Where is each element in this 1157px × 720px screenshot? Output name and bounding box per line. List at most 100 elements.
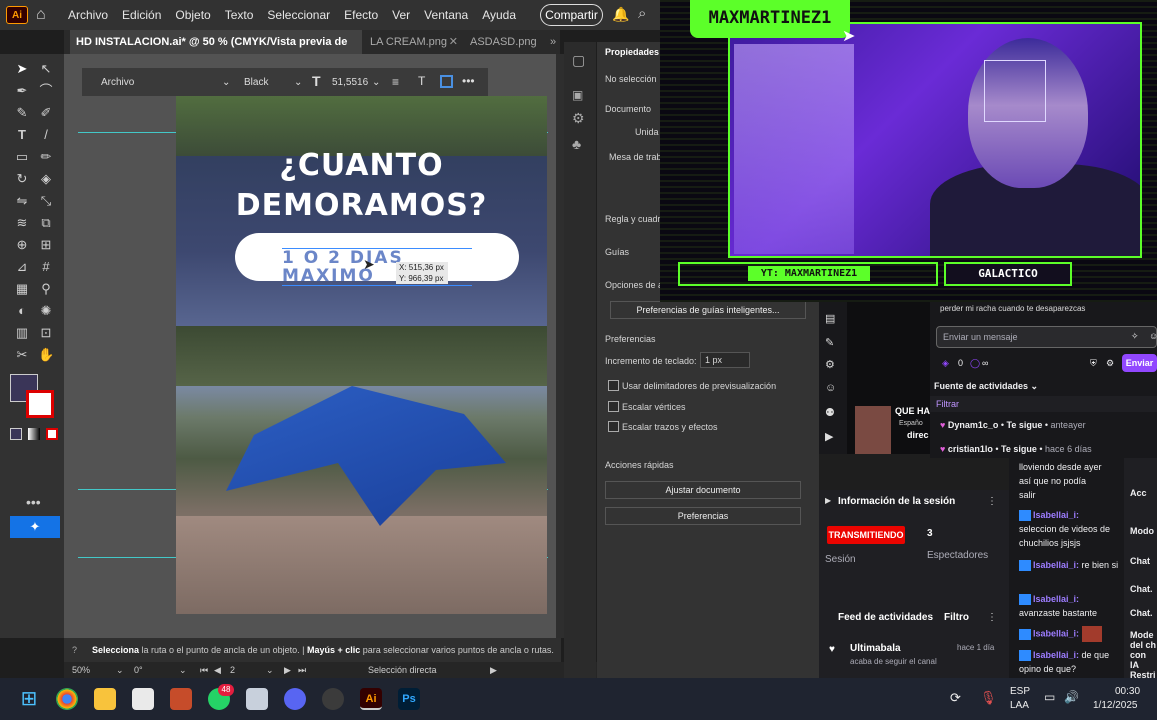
more-tools-icon[interactable]: ••• bbox=[26, 494, 41, 510]
share-button[interactable]: Compartir bbox=[540, 4, 603, 26]
tab-la-cream[interactable]: LA CREAM.png ✕ bbox=[364, 30, 462, 54]
stroke-dropdown[interactable]: Archivo bbox=[101, 77, 134, 88]
chevron-down-icon[interactable]: ⌄ bbox=[294, 77, 302, 88]
play-icon[interactable]: ▶ bbox=[490, 662, 497, 678]
eraser-tool-icon[interactable]: ◈ bbox=[38, 172, 54, 186]
search-icon[interactable]: ⌕ bbox=[638, 5, 646, 22]
volume-icon[interactable]: 🔊 bbox=[1064, 690, 1079, 704]
stream-preview[interactable]: QUE HA Españo direc bbox=[847, 302, 930, 454]
emote-icon[interactable]: ☺ bbox=[1149, 331, 1157, 341]
users-icon[interactable]: ⚉ bbox=[825, 406, 835, 419]
more-options-icon[interactable]: ••• bbox=[462, 74, 475, 88]
fill-dropdown[interactable]: Black bbox=[244, 77, 268, 88]
brush-tool-icon[interactable]: ✎ bbox=[14, 106, 30, 120]
smart-guides-prefs-button[interactable]: Preferencias de guías inteligentes... bbox=[610, 301, 806, 319]
chat-user[interactable]: Isabellai_i: bbox=[1033, 650, 1079, 660]
direct-selection-tool-icon[interactable]: ↖ bbox=[38, 62, 54, 76]
activity-item[interactable]: ♥ cristian1lo • Te sigue • hace 6 días bbox=[940, 444, 1092, 454]
free-transform-icon[interactable]: ⧉ bbox=[38, 216, 54, 230]
chevron-right-icon[interactable]: » bbox=[544, 30, 560, 54]
properties-icon[interactable]: ⚙ bbox=[572, 110, 585, 127]
text-area-icon[interactable]: T bbox=[418, 74, 425, 88]
image-icon[interactable]: ▣ bbox=[572, 88, 583, 102]
chat-user[interactable]: Isabellai_i: bbox=[1033, 560, 1079, 570]
artboard-number[interactable]: 2 bbox=[230, 662, 235, 678]
preferences-button[interactable]: Preferencias bbox=[605, 507, 801, 525]
feed-filter-button[interactable]: Filtro bbox=[944, 612, 969, 623]
graph-tool-icon[interactable]: ▥ bbox=[14, 326, 30, 340]
menu-ayuda[interactable]: Ayuda bbox=[482, 8, 516, 22]
zoom-field[interactable]: 50% bbox=[72, 662, 90, 678]
headline[interactable]: ¿CUANTO DEMORAMOS? bbox=[176, 146, 576, 226]
file-explorer-icon[interactable] bbox=[94, 688, 116, 710]
line-tool-icon[interactable]: / bbox=[38, 128, 54, 142]
tab-propiedades[interactable]: Propiedades bbox=[605, 47, 659, 57]
stream-icon[interactable]: ▤ bbox=[825, 312, 835, 325]
artboard-tool-icon[interactable]: ⊡ bbox=[38, 326, 54, 340]
home-icon[interactable]: ⌂ bbox=[36, 6, 56, 24]
mod-item[interactable]: Chat. bbox=[1130, 584, 1153, 594]
previous-artboard-icon[interactable]: ◀ bbox=[214, 662, 221, 678]
menu-efecto[interactable]: Efecto bbox=[344, 8, 378, 22]
mod-item[interactable]: Modo bbox=[1130, 526, 1154, 536]
menu-ventana[interactable]: Ventana bbox=[424, 8, 468, 22]
pin-icon[interactable]: ✎ bbox=[825, 336, 834, 349]
chevron-down-icon[interactable]: ⌄ bbox=[179, 662, 187, 678]
chat-user[interactable]: Isabellai_i: bbox=[1033, 594, 1079, 604]
align-icon[interactable] bbox=[440, 75, 453, 88]
chevron-down-icon[interactable]: ⌄ bbox=[222, 77, 230, 88]
mesh-tool-icon[interactable]: # bbox=[38, 260, 54, 274]
mod-item[interactable]: Chat. bbox=[1130, 608, 1153, 618]
bell-icon[interactable]: 🔔 bbox=[612, 6, 629, 23]
shape-builder-icon[interactable]: ⊕ bbox=[14, 238, 30, 252]
activity-feed-header[interactable]: Fuente de actividades ⌄ bbox=[934, 381, 1038, 392]
live-paint-icon[interactable]: ⊞ bbox=[38, 238, 54, 252]
filter-link[interactable]: Filtrar bbox=[936, 399, 959, 409]
comment-icon[interactable]: ▢ bbox=[572, 52, 585, 69]
gradient-mode-icon[interactable] bbox=[28, 428, 40, 440]
more-options-icon[interactable]: ⋮ bbox=[987, 612, 997, 623]
discord-icon[interactable] bbox=[284, 688, 306, 710]
rotation-field[interactable]: 0° bbox=[134, 662, 143, 678]
fit-document-button[interactable]: Ajustar documento bbox=[605, 481, 801, 499]
mod-item[interactable]: Mode del ch con IA bbox=[1130, 630, 1157, 670]
hand-tool-icon[interactable]: ✋ bbox=[38, 348, 54, 362]
emote-icon[interactable]: ☺ bbox=[825, 382, 836, 394]
chat-user[interactable]: Isabellai_i: bbox=[1033, 628, 1079, 638]
chevron-down-icon[interactable]: ⌄ bbox=[266, 662, 274, 678]
chat-input[interactable]: Enviar un mensaje ✧ ☺ bbox=[936, 326, 1157, 348]
language-code[interactable]: ESP bbox=[1010, 686, 1030, 697]
next-artboard-icon[interactable]: ▶ bbox=[284, 662, 291, 678]
menu-seleccionar[interactable]: Seleccionar bbox=[267, 8, 330, 22]
windows-start-icon[interactable]: ⊞ bbox=[18, 688, 40, 710]
calculator-icon[interactable] bbox=[246, 688, 268, 710]
shield-icon[interactable]: ⛨ bbox=[1090, 358, 1097, 369]
menu-archivo[interactable]: Archivo bbox=[68, 8, 108, 22]
menu-objeto[interactable]: Objeto bbox=[175, 8, 210, 22]
rectangle-tool-icon[interactable]: ▭ bbox=[14, 150, 30, 164]
blend-tool-icon[interactable]: ◐ bbox=[14, 304, 30, 318]
generative-fill-icon[interactable]: ✦ bbox=[10, 516, 60, 538]
selection-tool-icon[interactable]: ➤ bbox=[14, 62, 30, 76]
keyboard-increment-input[interactable]: 1 px bbox=[700, 352, 750, 368]
network-icon[interactable]: ▭ bbox=[1044, 690, 1055, 704]
tab-hd-instalacion[interactable]: HD INSTALACION.ai* @ 50 % (CMYK/Vista pr… bbox=[70, 30, 362, 72]
microphone-icon[interactable]: 🎙 bbox=[980, 690, 997, 706]
curvature-tool-icon[interactable]: ⌒ bbox=[38, 84, 54, 98]
color-mode-icon[interactable] bbox=[10, 428, 22, 440]
stroke-swatch[interactable] bbox=[26, 390, 54, 418]
obs-icon[interactable] bbox=[322, 688, 344, 710]
illustrator-taskbar-icon[interactable]: Ai bbox=[360, 688, 382, 710]
reflect-tool-icon[interactable]: ⇋ bbox=[14, 194, 30, 208]
clock-date[interactable]: 1/12/2025 bbox=[1093, 700, 1138, 711]
pen-tool-icon[interactable]: ✒ bbox=[14, 84, 30, 98]
mod-item[interactable]: Chat bbox=[1130, 556, 1150, 566]
clock-time[interactable]: 00:30 bbox=[1115, 686, 1140, 697]
preview-bounds-checkbox[interactable] bbox=[608, 380, 619, 391]
menu-ver[interactable]: Ver bbox=[392, 8, 410, 22]
type-tool-icon[interactable]: T bbox=[14, 128, 30, 142]
warp-tool-icon[interactable]: ≋ bbox=[14, 216, 30, 230]
mod-item[interactable]: Acc bbox=[1130, 488, 1147, 498]
chevron-down-icon[interactable]: ⌄ bbox=[372, 77, 380, 88]
close-icon[interactable]: ✕ bbox=[449, 30, 458, 54]
